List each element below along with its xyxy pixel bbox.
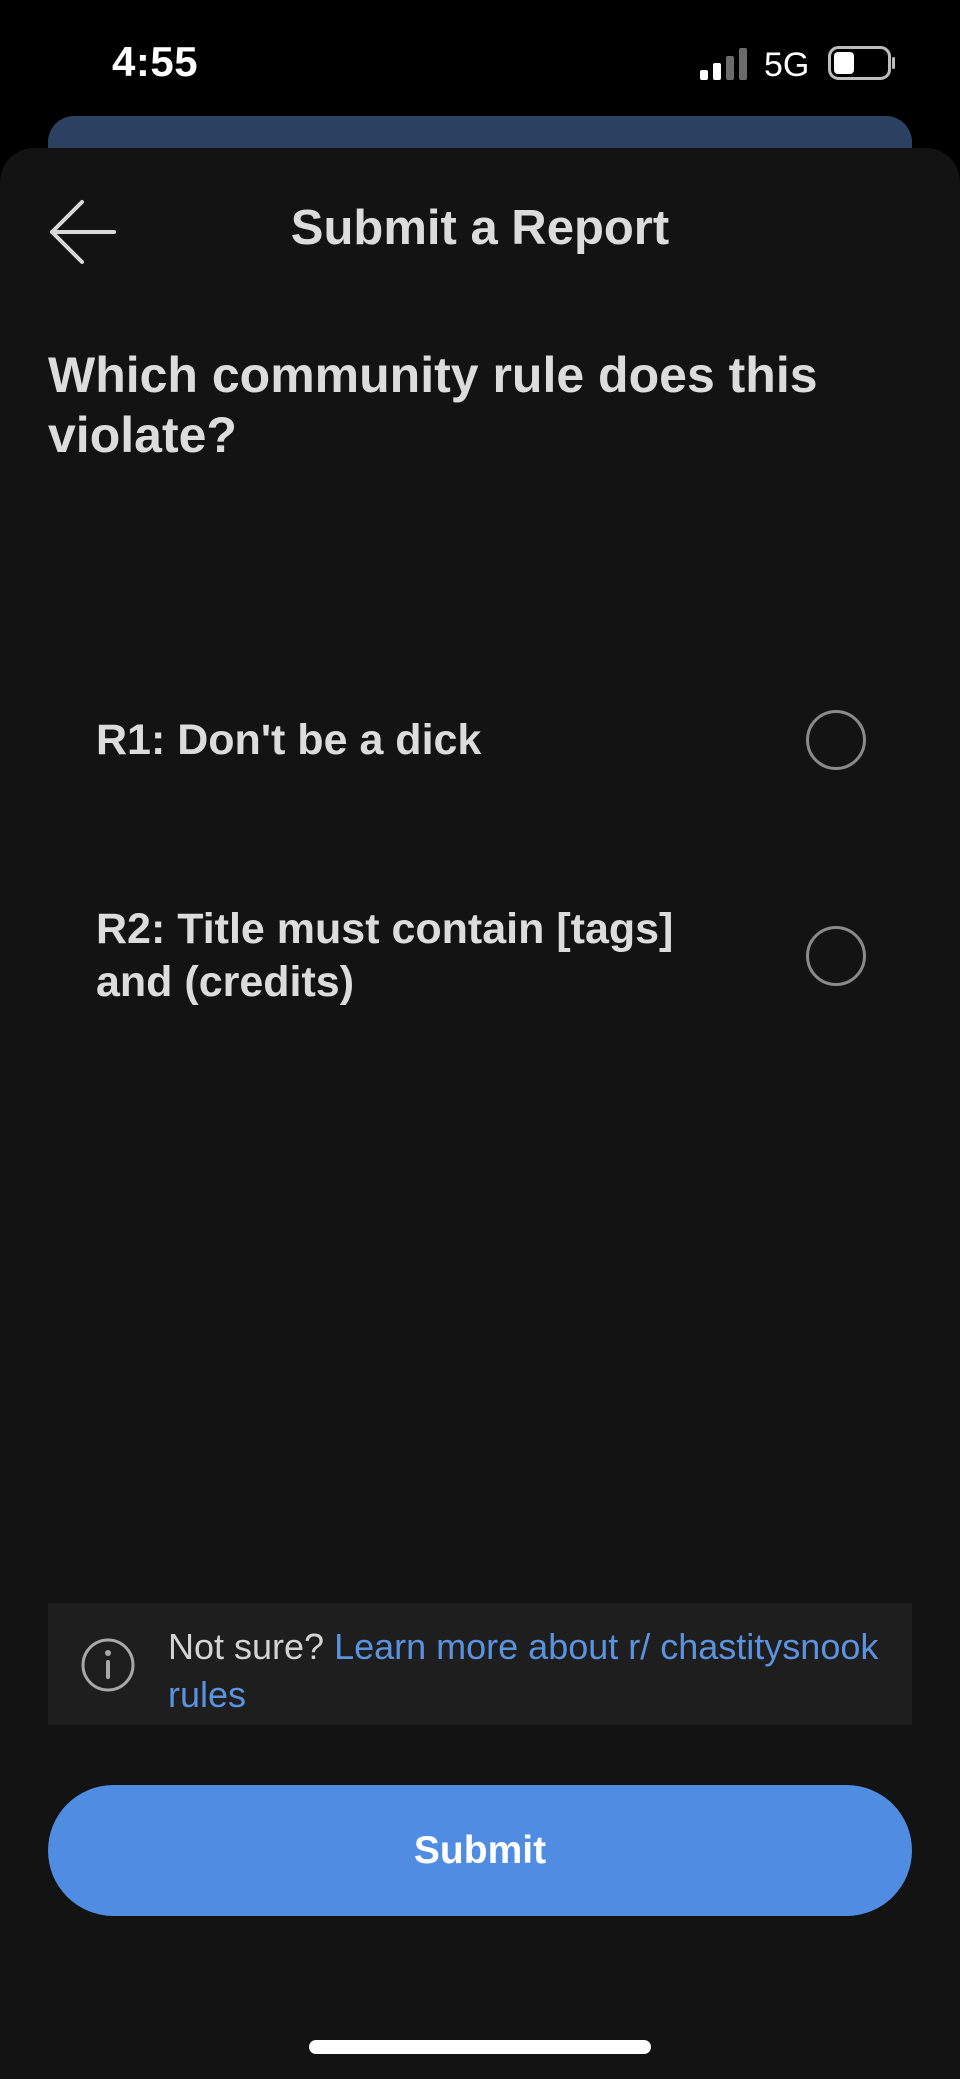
- battery-icon: [828, 46, 895, 80]
- question-heading: Which community rule does this violate?: [48, 347, 818, 463]
- page-title: Submit a Report: [290, 201, 670, 255]
- radio-button[interactable]: [806, 710, 866, 770]
- submit-button[interactable]: Submit: [48, 1785, 912, 1916]
- rule-label: R2: Title must contain [tags] and (credi…: [96, 905, 674, 1006]
- radio-button[interactable]: [806, 926, 866, 986]
- network-label: 5G: [764, 46, 810, 84]
- submit-label: Submit: [413, 1828, 547, 1872]
- rule-label: R1: Don't be a dick: [96, 715, 482, 764]
- status-bar: 4:55 5G: [0, 0, 960, 118]
- rule-option-r1[interactable]: R1: Don't be a dick: [96, 700, 866, 780]
- info-prefix: Not sure?: [168, 1626, 335, 1667]
- status-time: 4:55: [112, 38, 199, 85]
- info-banner: Not sure? Learn more about r/ chastitysn…: [48, 1603, 912, 1725]
- info-text: Not sure? Learn more about r/ chastitysn…: [168, 1623, 888, 1719]
- rule-option-r2[interactable]: R2: Title must contain [tags] and (credi…: [96, 900, 866, 1012]
- info-icon: [81, 1638, 135, 1692]
- home-indicator[interactable]: [309, 2040, 651, 2054]
- signal-bars-icon: [700, 48, 747, 80]
